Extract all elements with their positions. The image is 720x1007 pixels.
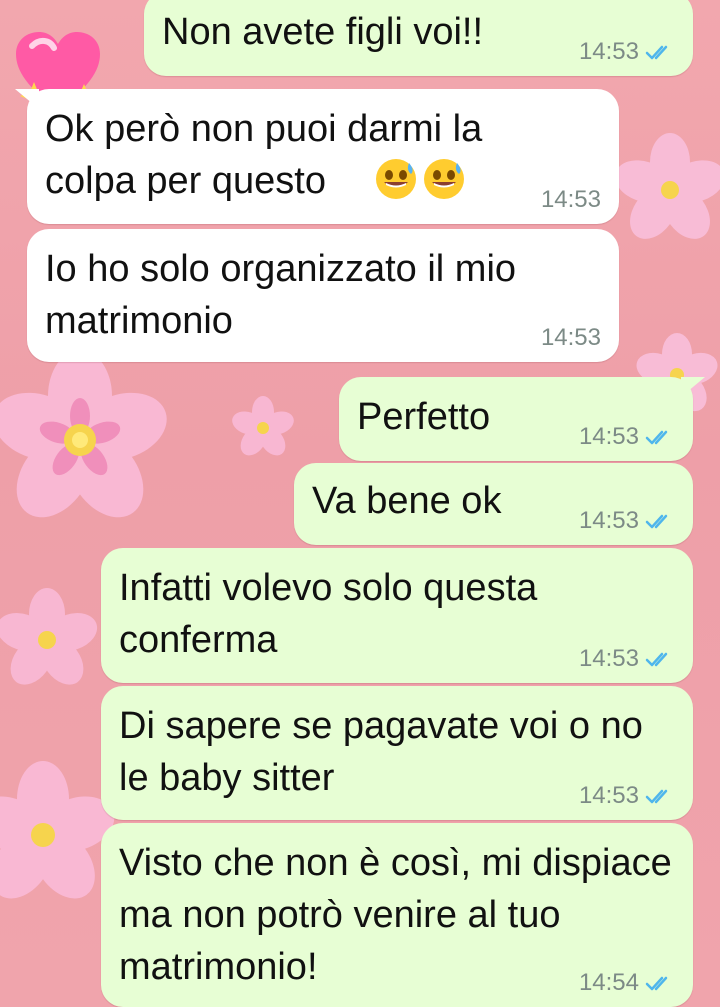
message-text: Io ho solo organizzato il mio matrimonio [45,243,585,347]
message-bubble-incoming[interactable]: Io ho solo organizzato il mio matrimonio… [27,229,619,362]
double-check-icon [645,45,668,60]
message-meta: 14:53 [541,324,601,352]
message-time: 14:53 [578,645,639,672]
double-check-icon [645,514,668,529]
message-text-content: Infatti volevo solo questa conferma [119,567,538,661]
message-time: 14:54 [578,969,639,996]
message-time: 14:53 [578,38,639,65]
double-check-icon [645,976,668,991]
message-text-content: Io ho solo organizzato il mio matrimonio [45,248,517,342]
message-text-content: Ok però non puoi darmi la colpa per ques… [45,108,483,202]
message-text: Ok però non puoi darmi la colpa per ques… [45,103,555,207]
message-text: Non avete figli voi!! [162,11,484,53]
message-time: 14:53 [578,423,639,450]
message-text: Va bene ok [312,480,502,522]
message-meta: 14:53 [579,782,675,810]
message-meta: 14:53 [579,38,675,66]
message-meta: 14:53 [579,645,675,673]
bubble-tail [681,377,705,397]
double-check-icon [645,789,668,804]
double-check-icon [645,652,668,667]
double-check-icon [645,430,668,445]
message-text: Perfetto [357,396,491,438]
message-time: 14:53 [578,782,639,809]
grinning-sweat-emoji-icon [376,159,464,199]
message-bubble-outgoing[interactable]: Infatti volevo solo questa conferma 14:5… [101,548,693,683]
message-bubble-outgoing[interactable]: Visto che non è così, mi dispiace ma non… [101,823,693,1007]
message-time: 14:53 [540,324,601,351]
chat-conversation: Non avete figli voi!! 14:53 Ok però non … [0,0,720,1007]
message-meta: 14:54 [579,969,675,997]
message-meta: 14:53 [541,186,601,214]
message-bubble-outgoing[interactable]: Non avete figli voi!! 14:53 [144,0,693,76]
message-bubble-outgoing[interactable]: Va bene ok 14:53 [294,463,693,545]
message-meta: 14:53 [579,423,675,451]
message-time: 14:53 [578,507,639,534]
message-bubble-outgoing[interactable]: Perfetto 14:53 [339,377,705,461]
bubble-tail [15,89,39,109]
message-bubble-outgoing[interactable]: Di sapere se pagavate voi o no le baby s… [101,686,693,820]
message-text: Infatti volevo solo questa conferma [119,562,619,666]
message-time: 14:53 [540,186,601,213]
message-bubble-incoming[interactable]: Ok però non puoi darmi la colpa per ques… [15,89,619,224]
message-meta: 14:53 [579,507,675,535]
